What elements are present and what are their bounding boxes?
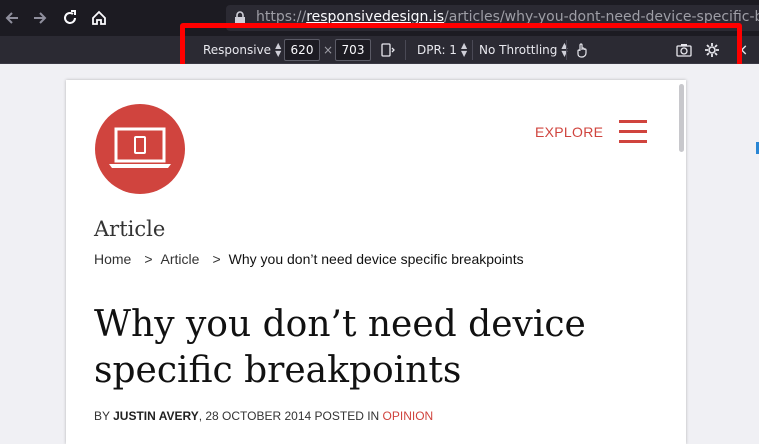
reload-icon [64,10,76,24]
explore-link[interactable]: EXPLORE [535,124,603,140]
forward-arrow-icon [34,12,47,24]
breadcrumb-separator: > [212,251,221,267]
hamburger-icon-bar [619,130,647,133]
breadcrumb-current: Why you don’t need device specific break… [228,251,524,267]
reload-button[interactable] [58,6,82,30]
emulated-page: EXPLORE Article Home > Article > Why you don… [66,80,686,444]
byline-category[interactable]: OPINION [383,409,434,423]
home-icon [92,10,106,25]
breadcrumb-article[interactable]: Article [161,251,200,267]
hamburger-icon [619,120,647,123]
breadcrumb-separator: > [144,251,153,267]
page-scrollbar[interactable] [679,84,684,152]
site-logo[interactable] [95,104,185,194]
laptop-icon [109,127,171,168]
menu-button[interactable] [619,120,647,143]
breadcrumb: Home > Article > Why you don’t need device s… [94,251,524,267]
byline-author[interactable]: JUSTIN AVERY [113,409,199,423]
section-title: Article [94,217,166,241]
back-button[interactable] [0,6,24,30]
back-arrow-icon [5,12,18,24]
byline-date: , 28 OCTOBER 2014 POSTED IN [198,409,383,423]
hamburger-icon-bar [619,140,647,143]
article-headline: Why you don’t need device specific break… [94,304,586,391]
byline-by: BY [94,409,114,423]
breadcrumb-home[interactable]: Home [94,251,131,267]
forward-button[interactable] [28,6,52,30]
home-button[interactable] [87,6,111,30]
article-byline: BY JUSTIN AVERY, 28 OCTOBER 2014 POSTED … [94,409,433,423]
